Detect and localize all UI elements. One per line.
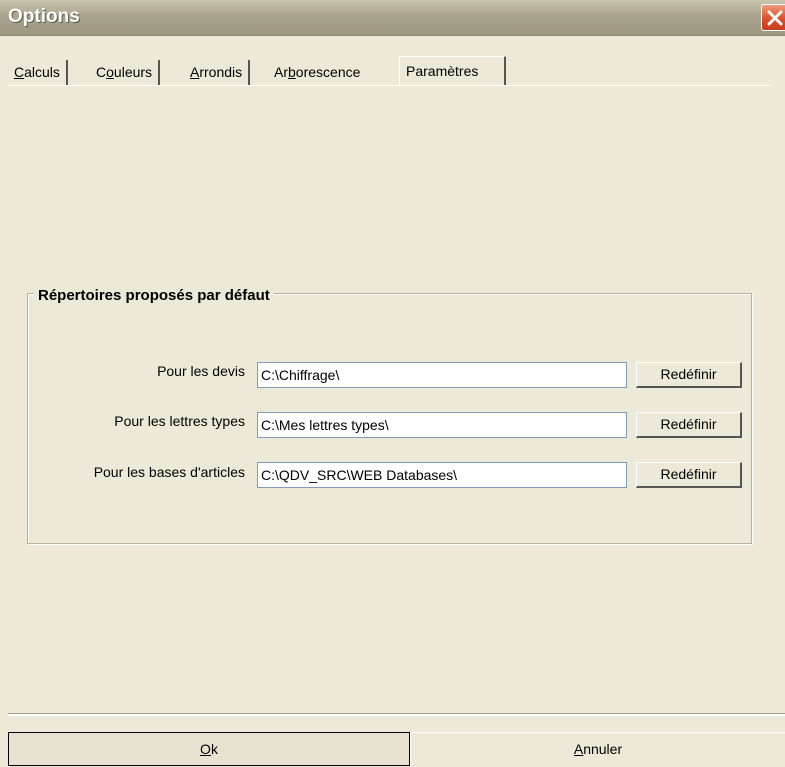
- cancel-button[interactable]: Annuler: [410, 732, 785, 766]
- tab-arrondis-mnemonic: A: [190, 64, 200, 80]
- tab-parametres-label: Paramètres: [406, 63, 479, 79]
- devis-path-field[interactable]: C:\Chiffrage\: [257, 362, 627, 388]
- tab-arrondis-label: rrondis: [199, 64, 243, 80]
- tab-arborescence-prefix: Ar: [274, 64, 288, 80]
- tab-calculs[interactable]: Calculs: [8, 60, 68, 85]
- tab-couleurs-mnemonic: o: [106, 64, 114, 80]
- tab-calculs-label: alculs: [24, 64, 60, 80]
- close-button[interactable]: [761, 4, 785, 31]
- tab-arborescence[interactable]: Arborescence: [268, 60, 366, 85]
- bases-articles-path-field[interactable]: C:\QDV_SRC\WEB Databases\: [257, 462, 627, 488]
- devis-label: Pour les devis: [157, 363, 245, 379]
- title-bar: Options: [0, 0, 785, 36]
- tab-arborescence-mnemonic: b: [288, 64, 296, 80]
- tab-calculs-mnemonic: C: [14, 64, 25, 80]
- tab-baseline: [8, 85, 770, 86]
- bases-articles-label: Pour les bases d'articles: [93, 464, 245, 480]
- devis-redefine-button[interactable]: Redéfinir: [636, 362, 742, 388]
- cancel-label: nnuler: [583, 741, 623, 757]
- ok-label: k: [210, 741, 218, 757]
- tab-couleurs-prefix: C: [96, 64, 107, 80]
- tab-parametres[interactable]: Paramètres: [399, 56, 506, 85]
- close-icon: [767, 10, 783, 25]
- lettres-types-path-field[interactable]: C:\Mes lettres types\: [257, 412, 627, 438]
- footer-separator: [8, 713, 785, 716]
- lettres-types-label: Pour les lettres types: [114, 413, 245, 429]
- tab-arborescence-label: orescence: [295, 64, 361, 80]
- lettres-types-redefine-button[interactable]: Redéfinir: [636, 412, 742, 438]
- ok-mnemonic: O: [200, 741, 211, 757]
- group-title: Répertoires proposés par défaut: [34, 287, 274, 304]
- bases-articles-redefine-button[interactable]: Redéfinir: [636, 462, 742, 488]
- window-title: Options: [8, 6, 80, 27]
- tab-arrondis[interactable]: Arrondis: [184, 60, 251, 85]
- cancel-mnemonic: A: [573, 741, 584, 757]
- tab-couleurs-label: uleurs: [113, 64, 153, 80]
- ok-button[interactable]: Ok: [8, 732, 410, 766]
- tab-couleurs[interactable]: Couleurs: [90, 60, 161, 85]
- tab-strip: Calculs Couleurs Arrondis Arborescence P…: [8, 38, 778, 85]
